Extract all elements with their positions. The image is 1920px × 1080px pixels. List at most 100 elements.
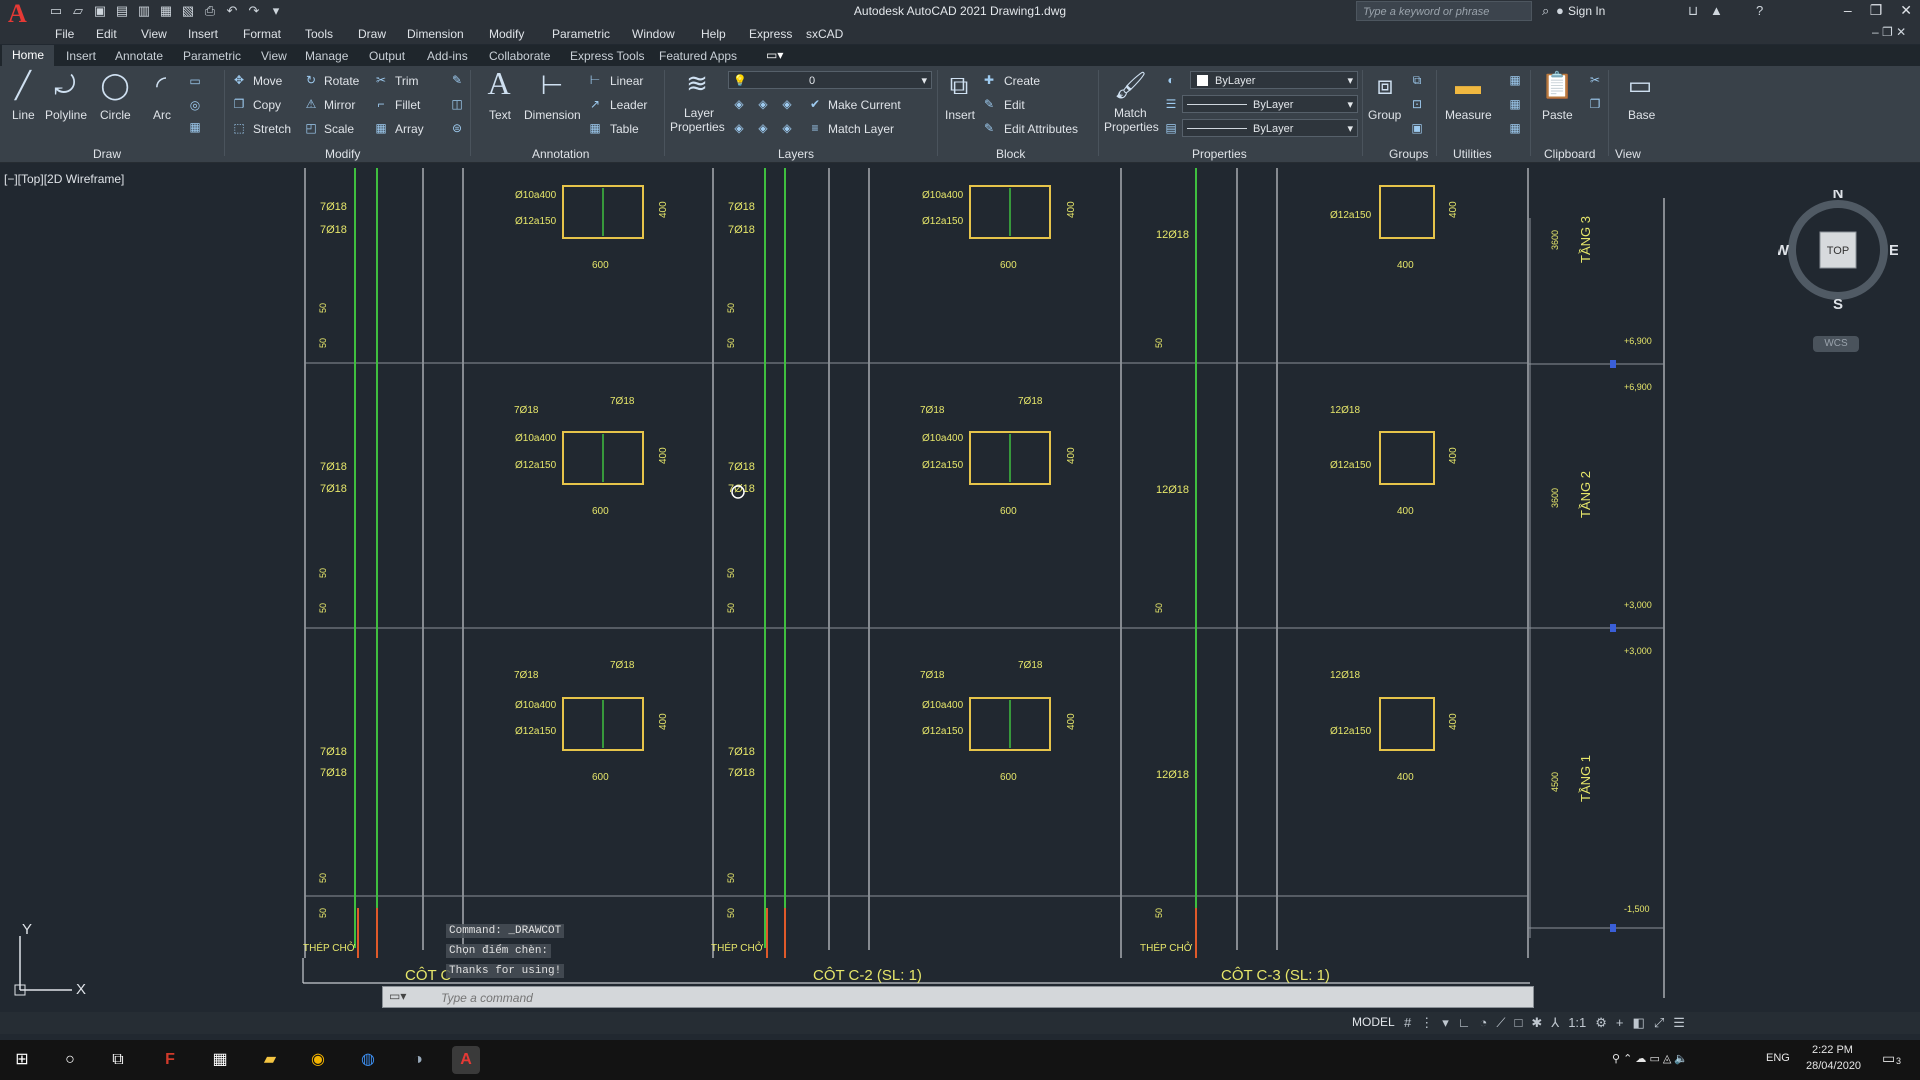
mirror-icon[interactable]: ⚠ bbox=[304, 97, 318, 111]
trim-button[interactable]: Trim bbox=[395, 74, 419, 88]
menu-sxcad[interactable]: sxCAD bbox=[806, 27, 843, 41]
polyline-button[interactable]: Polyline bbox=[45, 108, 87, 122]
linetype-icon[interactable]: ▤ bbox=[1164, 121, 1178, 135]
hatch-icon[interactable]: ◎ bbox=[188, 98, 202, 112]
layer-properties-button-line1[interactable]: Layer bbox=[684, 106, 714, 120]
layer-properties-icon[interactable]: ≋ bbox=[682, 68, 712, 98]
ungroup-icon[interactable]: ⧉ bbox=[1410, 73, 1424, 87]
match-layer-button[interactable]: Match Layer bbox=[828, 122, 894, 136]
panel-properties-label[interactable]: Properties bbox=[1192, 147, 1247, 161]
cart-icon[interactable]: ⊔ bbox=[1688, 3, 1698, 19]
ribbon-toggle-icon[interactable]: ▭▾ bbox=[766, 48, 783, 62]
menu-modify[interactable]: Modify bbox=[489, 27, 524, 41]
leader-icon[interactable]: ↗ bbox=[588, 97, 602, 111]
tab-manage[interactable]: Manage bbox=[305, 49, 348, 63]
layer-tool-icon[interactable]: ◈ bbox=[780, 121, 794, 135]
layer-tool-icon[interactable]: ◈ bbox=[756, 97, 770, 111]
task-view-icon[interactable]: ⧉ bbox=[104, 1046, 132, 1074]
edit-attributes-icon[interactable]: ✎ bbox=[982, 121, 996, 135]
user-icon[interactable]: ● bbox=[1556, 3, 1564, 18]
menu-file[interactable]: File bbox=[55, 27, 74, 41]
wcs-menu-button[interactable]: WCS bbox=[1813, 336, 1859, 352]
circle-icon[interactable]: ◯ bbox=[100, 70, 130, 100]
menu-express[interactable]: Express bbox=[749, 27, 792, 41]
layer-tool-icon[interactable]: ◈ bbox=[732, 121, 746, 135]
clock-time[interactable]: 2:22 PM bbox=[1812, 1044, 1853, 1056]
paste-button[interactable]: Paste bbox=[1542, 108, 1573, 122]
menu-help[interactable]: Help bbox=[701, 27, 726, 41]
text-button[interactable]: Text bbox=[489, 108, 511, 122]
menu-format[interactable]: Format bbox=[243, 27, 281, 41]
calculator-icon[interactable]: ▦ bbox=[1508, 121, 1522, 135]
notifications-icon[interactable]: ▭ bbox=[1882, 1050, 1895, 1067]
cortana-search-icon[interactable]: ○ bbox=[56, 1046, 84, 1074]
panel-utilities-label[interactable]: Utilities bbox=[1453, 147, 1492, 161]
edit-block-button[interactable]: Edit bbox=[1004, 98, 1025, 112]
panel-view-label[interactable]: View bbox=[1615, 147, 1641, 161]
compass-east[interactable]: E bbox=[1889, 242, 1898, 259]
app-icon[interactable]: ◑ bbox=[404, 1046, 432, 1074]
layer-properties-button-line2[interactable]: Properties bbox=[670, 120, 725, 134]
dimension-button[interactable]: Dimension bbox=[524, 108, 581, 122]
doc-window-controls[interactable]: – ❐ ✕ bbox=[1872, 25, 1906, 39]
layer-tool-icon[interactable]: ◈ bbox=[732, 97, 746, 111]
panel-clipboard-label[interactable]: Clipboard bbox=[1544, 147, 1595, 161]
match-properties-line2[interactable]: Properties bbox=[1104, 120, 1159, 134]
sign-in-button[interactable]: Sign In bbox=[1568, 4, 1605, 18]
tab-collaborate[interactable]: Collaborate bbox=[489, 49, 550, 63]
autocad-taskbar-icon[interactable]: A bbox=[452, 1046, 480, 1074]
tab-featured-apps[interactable]: Featured Apps bbox=[659, 49, 737, 63]
create-block-button[interactable]: Create bbox=[1004, 74, 1040, 88]
table-button[interactable]: Table bbox=[610, 122, 639, 136]
settings-icon[interactable]: ⚙ bbox=[1595, 1015, 1607, 1031]
compass-north[interactable]: N bbox=[1833, 190, 1844, 202]
rectangle-icon[interactable]: ▭ bbox=[188, 74, 202, 88]
circle-button[interactable]: Circle bbox=[100, 108, 131, 122]
lineweight-icon[interactable]: ☰ bbox=[1164, 97, 1178, 111]
rotate-icon[interactable]: ↻ bbox=[304, 73, 318, 87]
stretch-button[interactable]: Stretch bbox=[253, 122, 291, 136]
tab-annotate[interactable]: Annotate bbox=[115, 49, 163, 63]
linear-icon[interactable]: ⊢ bbox=[588, 73, 602, 87]
linetype-dropdown[interactable]: ByLayer ▾ bbox=[1182, 95, 1358, 113]
model-space-button[interactable]: MODEL bbox=[1352, 1015, 1395, 1029]
create-block-icon[interactable]: ✚ bbox=[982, 73, 996, 87]
erase-icon[interactable]: ✎ bbox=[450, 73, 464, 87]
offset-icon[interactable]: ⊜ bbox=[450, 121, 464, 135]
move-icon[interactable]: ✥ bbox=[232, 73, 246, 87]
panel-draw-label[interactable]: Draw bbox=[93, 147, 121, 161]
polyline-icon[interactable]: ⤾ bbox=[50, 70, 80, 100]
group-select-icon[interactable]: ▣ bbox=[1410, 121, 1424, 135]
filezilla-icon[interactable]: F bbox=[156, 1046, 184, 1074]
scale-button[interactable]: Scale bbox=[324, 122, 354, 136]
windows-start-icon[interactable]: ⊞ bbox=[8, 1046, 36, 1074]
lineweight-dropdown[interactable]: ByLayer ▾ bbox=[1182, 119, 1358, 137]
file-explorer-icon[interactable]: ▰ bbox=[256, 1046, 284, 1074]
cut-icon[interactable]: ✂ bbox=[1588, 73, 1602, 87]
line-icon[interactable]: ╱ bbox=[8, 70, 38, 100]
close-icon[interactable]: ✕ bbox=[1900, 2, 1912, 19]
annotation-icon[interactable]: ✱ bbox=[1531, 1015, 1542, 1031]
make-current-icon[interactable]: ✔ bbox=[808, 97, 822, 111]
insert-block-icon[interactable]: ⧉ bbox=[944, 70, 974, 100]
table-icon[interactable]: ▦ bbox=[588, 121, 602, 135]
fillet-button[interactable]: Fillet bbox=[395, 98, 420, 112]
paste-icon[interactable]: 📋 bbox=[1541, 70, 1573, 100]
panel-layers-label[interactable]: Layers bbox=[778, 147, 814, 161]
match-properties-icon[interactable]: 🖌 bbox=[1114, 70, 1147, 100]
command-line[interactable]: ▭▾ bbox=[382, 986, 1534, 1008]
edit-block-icon[interactable]: ✎ bbox=[982, 97, 996, 111]
layer-tool-icon[interactable]: ◈ bbox=[780, 97, 794, 111]
color-wheel-icon[interactable]: ◐ bbox=[1164, 73, 1178, 87]
tab-add-ins[interactable]: Add-ins bbox=[427, 49, 468, 63]
group-icon[interactable]: ⧈ bbox=[1370, 70, 1400, 100]
clock-date[interactable]: 28/04/2020 bbox=[1806, 1060, 1861, 1072]
command-prompt-icon[interactable]: ▭▾ bbox=[389, 989, 406, 1003]
chevron-down-icon[interactable]: ▾ bbox=[1442, 1015, 1449, 1031]
tab-view[interactable]: View bbox=[261, 49, 287, 63]
language-indicator[interactable]: ENG bbox=[1766, 1052, 1790, 1064]
panel-modify-label[interactable]: Modify bbox=[325, 147, 360, 161]
base-view-button[interactable]: Base bbox=[1628, 108, 1655, 122]
utility-icon[interactable]: ▦ bbox=[1508, 73, 1522, 87]
isolate-icon[interactable]: ◧ bbox=[1633, 1015, 1645, 1031]
